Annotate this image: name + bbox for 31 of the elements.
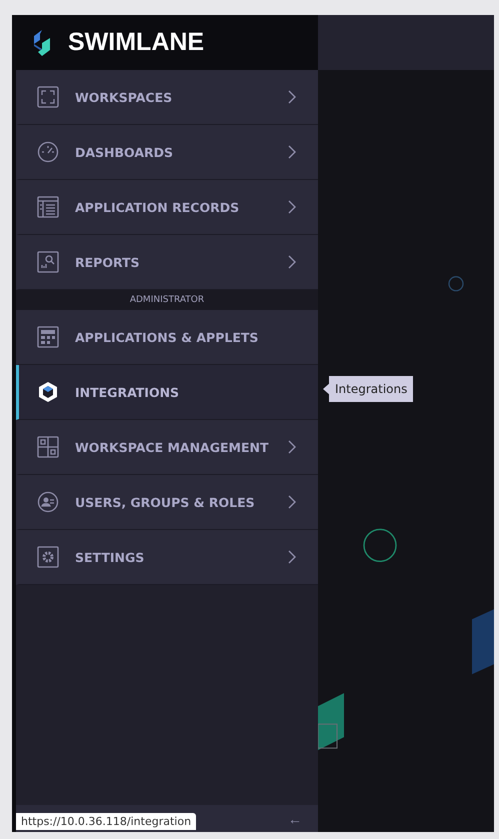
- brand-name: SWIMLANE: [68, 28, 204, 57]
- nav-item[interactable]: REPORTS: [16, 235, 318, 290]
- chevron-icon: [288, 550, 296, 564]
- nav-item[interactable]: INTEGRATIONS: [16, 365, 318, 420]
- settings-icon: [37, 546, 59, 568]
- grid-icon: [37, 86, 59, 108]
- nav-item[interactable]: SETTINGS: [16, 530, 318, 585]
- nav-item[interactable]: WORKSPACE MANAGEMENT: [16, 420, 318, 475]
- users-icon: [37, 491, 59, 513]
- nav-item[interactable]: APPLICATIONS & APPLETS: [16, 310, 318, 365]
- chevron-icon: [288, 255, 296, 269]
- list-icon: [37, 196, 59, 218]
- collapse-button[interactable]: ←: [284, 810, 306, 826]
- chevron-icon: [288, 495, 296, 509]
- chevron-icon: [288, 440, 296, 454]
- report-icon: [37, 251, 59, 273]
- section-title: ADMINISTRATOR: [130, 295, 204, 305]
- nav-item[interactable]: USERS, GROUPS & ROLES: [16, 475, 318, 530]
- nav-item[interactable]: APPLICATION RECORDS: [16, 180, 318, 235]
- tooltip: Integrations: [323, 376, 414, 402]
- chevron-icon: [288, 200, 296, 214]
- nav-item[interactable]: WORKSPACES: [16, 70, 318, 125]
- logo-icon: [32, 30, 52, 56]
- layout-icon: [37, 436, 59, 458]
- apps-icon: [37, 326, 59, 348]
- chevron-icon: [288, 90, 296, 104]
- status-url: https://10.0.36.118/integration: [16, 813, 196, 830]
- cube-icon: [37, 381, 59, 403]
- nav-item[interactable]: DASHBOARDS: [16, 125, 318, 180]
- chevron-icon: [288, 145, 296, 159]
- gauge-icon: [37, 141, 59, 163]
